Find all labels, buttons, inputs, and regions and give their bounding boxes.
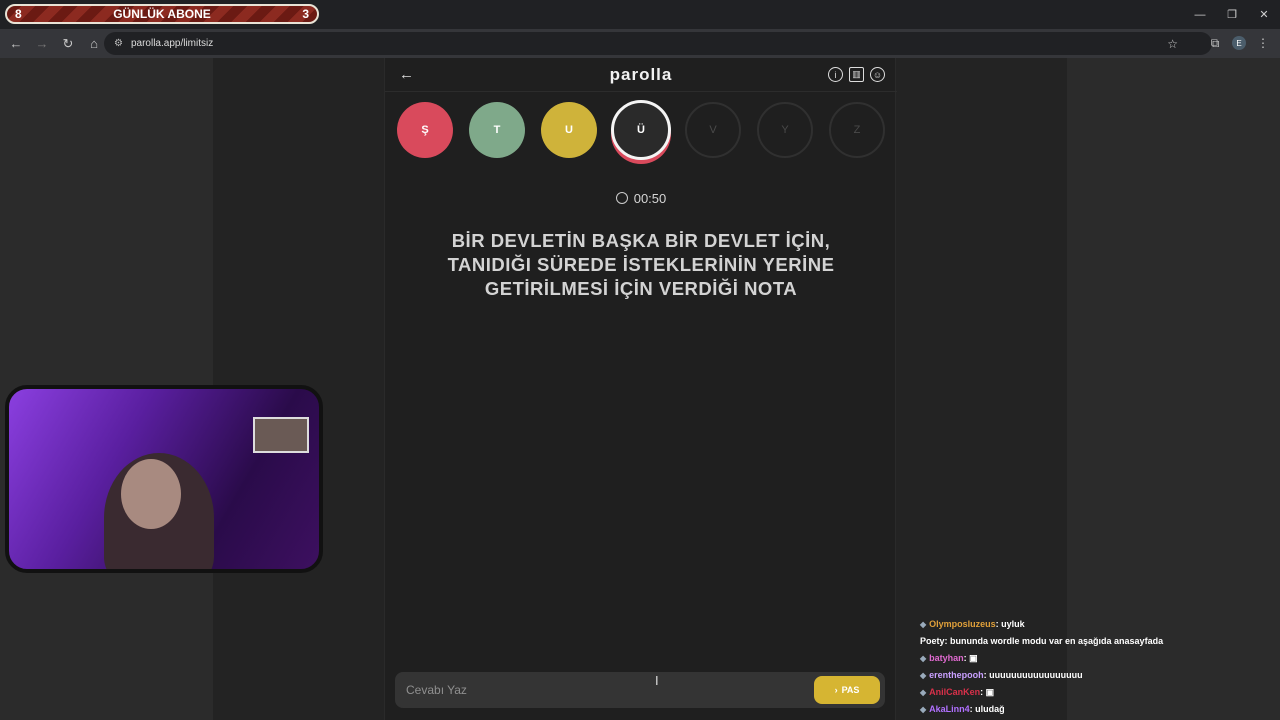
app-header: ← parolla i ▥ ☺ (385, 58, 897, 92)
menu-kebab-icon[interactable]: ⋮ (1252, 32, 1274, 54)
text-cursor-icon: I (655, 673, 659, 688)
info-icon[interactable]: i (828, 67, 843, 82)
parolla-app: ← parolla i ▥ ☺ Ş T U Ü V Y Z 00:50 BİR … (384, 58, 897, 720)
chat-message: ◆ AnilCanKen: ▣ (920, 687, 995, 697)
chat-user: erenthepooh (929, 670, 984, 680)
letter-circle: Y (757, 102, 813, 158)
letter-circle: Z (829, 102, 885, 158)
clock-icon (615, 192, 628, 204)
stats-icon[interactable]: ▥ (849, 67, 864, 82)
badge-icon: ◆ (920, 705, 927, 714)
question-text: BİR DEVLETİN BAŞKA BİR DEVLET İÇİN, TANI… (447, 230, 835, 299)
chat-text: uuuuuuuuuuuuuuuuu (989, 670, 1083, 680)
letter-track: Ş T U Ü V Y Z (385, 100, 897, 162)
chat-user: Poety (920, 636, 945, 646)
chat-text: uludağ (975, 704, 1005, 714)
streamer-head (121, 459, 181, 529)
chat-message: ◆ Olymposluzeus: uyluk (920, 619, 1025, 629)
minimize-icon[interactable]: — (1184, 0, 1216, 29)
window-controls: — ❐ ✕ (1184, 0, 1280, 29)
url-text[interactable]: parolla.app/limitsiz (131, 38, 213, 49)
chevron-right-icon: › (834, 685, 838, 695)
close-icon[interactable]: ✕ (1248, 0, 1280, 29)
chat-user: AnilCanKen (929, 687, 981, 697)
profile-avatar[interactable]: E (1232, 36, 1246, 50)
account-icon[interactable]: ☺ (870, 67, 885, 82)
banner-right-number: 3 (302, 7, 309, 21)
home-button[interactable]: ⌂ (82, 32, 106, 56)
chat-message: ◆ erenthepooh: uuuuuuuuuuuuuuuuu (920, 670, 1083, 680)
site-info-icon[interactable]: ⚙ (114, 38, 123, 49)
wall-picture (253, 417, 309, 453)
badge-icon: ◆ (920, 654, 927, 663)
badge-icon: ◆ (920, 671, 927, 680)
timer-value: 00:50 (633, 191, 667, 206)
badge-icon: ◆ (920, 620, 927, 629)
browser-toolbar: ← → ↻ ⌂ ⚙ parolla.app/limitsiz ☆ ⧉ E ⋮ (0, 29, 1280, 58)
badge-icon: ◆ (920, 688, 927, 697)
extensions-icon[interactable]: ⧉ (1204, 32, 1226, 54)
chat-emote: ▣ (969, 653, 978, 663)
timer: 00:50 (385, 191, 897, 206)
forward-button[interactable]: → (30, 32, 54, 56)
toolbar-right: ⧉ E ⋮ (1198, 32, 1274, 54)
chat-message: ◆ AkaLinn4: uludağ (920, 704, 1005, 714)
banner-left-number: 8 (15, 7, 22, 21)
banner-label: GÜNLÜK ABONE (113, 7, 211, 21)
letter-circle: V (685, 102, 741, 158)
browser-titlebar: 8 GÜNLÜK ABONE 3 — ❐ ✕ (0, 0, 1280, 29)
chat-user: Olymposluzeus (929, 619, 996, 629)
chat-user: batyhan (929, 653, 964, 663)
reload-button[interactable]: ↻ (56, 32, 80, 56)
pass-button[interactable]: › PAS (814, 676, 880, 704)
chat-user: AkaLinn4 (929, 704, 970, 714)
chat-emote: ▣ (985, 687, 995, 697)
header-icons: i ▥ ☺ (822, 67, 885, 82)
chat-message: Poety: bununda wordle modu var en aşağıd… (920, 636, 1164, 646)
back-button[interactable]: ← (4, 32, 28, 56)
pass-label: PAS (841, 685, 860, 695)
letter-circle-active: Ü (611, 100, 671, 160)
letter-circle: T (469, 102, 525, 158)
answer-bar: ›PAS (395, 672, 885, 708)
stream-chat: ◆ Olymposluzeus: uyluk Poety: bununda wor… (920, 616, 1220, 718)
webcam-overlay (5, 385, 323, 573)
letter-circle: U (541, 102, 597, 158)
chat-text: bununda wordle modu var en aşağıda anasa… (950, 636, 1164, 646)
subscriber-goal-banner: 8 GÜNLÜK ABONE 3 (5, 4, 319, 24)
app-logo: parolla (609, 65, 673, 84)
address-bar[interactable]: ⚙ parolla.app/limitsiz ☆ (104, 32, 1212, 55)
chat-text: uyluk (1001, 619, 1025, 629)
answer-input[interactable] (395, 672, 805, 708)
letter-circle: Ş (397, 102, 453, 158)
chat-message: ◆ batyhan: ▣ (920, 653, 978, 663)
bookmark-star-icon[interactable]: ☆ (1167, 37, 1178, 51)
restore-icon[interactable]: ❐ (1216, 0, 1248, 29)
